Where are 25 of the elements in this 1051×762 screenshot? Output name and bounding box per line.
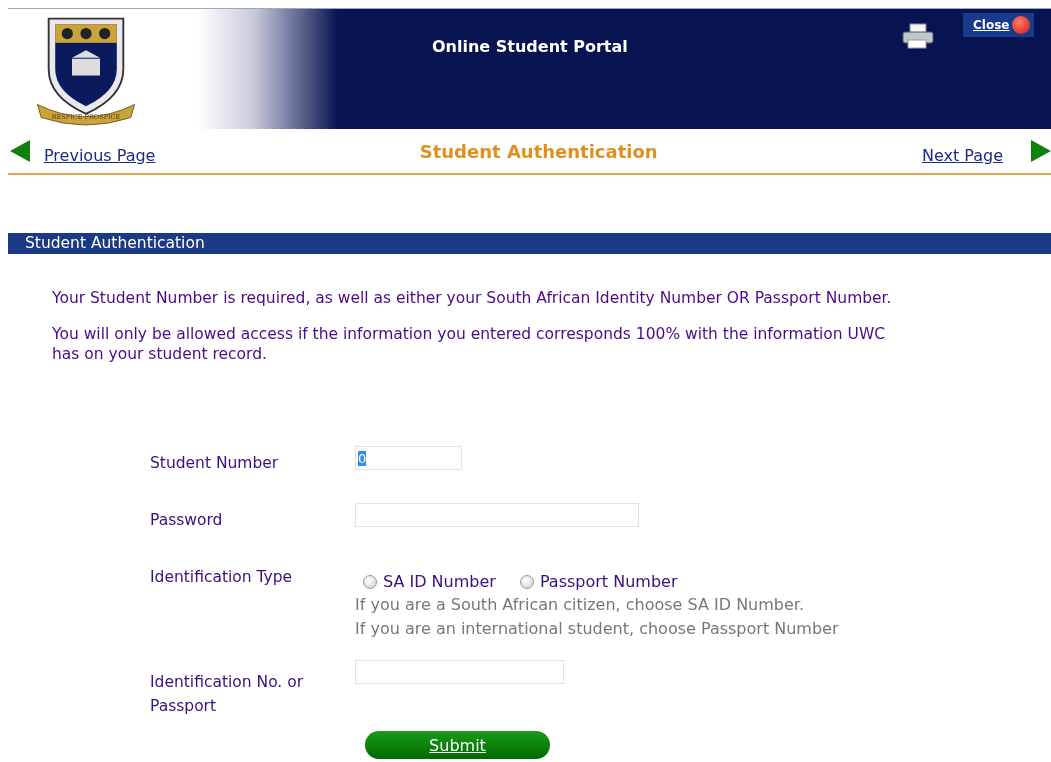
field-label: Identification Type <box>150 567 294 586</box>
help-text: If you are a South African citizen, choose SA ID Number. <box>355 594 805 616</box>
next-page-link[interactable]: Next Page <box>921 145 1003 165</box>
field-label: Password <box>150 510 224 529</box>
radio-button[interactable] <box>519 574 534 589</box>
instruction-text: Your Student Number is required, as well as either your South African Identity Number OR Passport Number. <box>52 288 893 308</box>
section-header: Student Authentication <box>8 233 1051 254</box>
field-label: Identification No. or Passport <box>150 672 305 717</box>
previous-arrow-icon[interactable] <box>10 140 30 162</box>
radio-label[interactable]: SA ID Number <box>383 572 496 591</box>
password-field[interactable] <box>355 503 639 527</box>
next-arrow-icon[interactable] <box>1031 140 1051 162</box>
radio-label[interactable]: Passport Number <box>539 572 678 591</box>
close-icon <box>1012 16 1031 34</box>
field-label: Student Number <box>150 453 280 472</box>
printer-icon[interactable] <box>901 23 935 49</box>
submit-button[interactable]: Submit <box>365 731 550 759</box>
previous-page-link[interactable]: Previous Page <box>44 145 156 165</box>
instruction-text: You will only be allowed access if the information you entered corresponds 100% with the information UWC has on your student record. <box>52 324 887 364</box>
radio-button[interactable] <box>363 574 377 589</box>
page-title: Student Authentication <box>418 140 659 162</box>
help-text: If you are an international student, choose Passport Number <box>355 618 839 640</box>
portal-title: Online Student Portal <box>432 37 628 56</box>
identification-field[interactable] <box>355 660 564 684</box>
close-button[interactable]: Close <box>963 13 1035 37</box>
